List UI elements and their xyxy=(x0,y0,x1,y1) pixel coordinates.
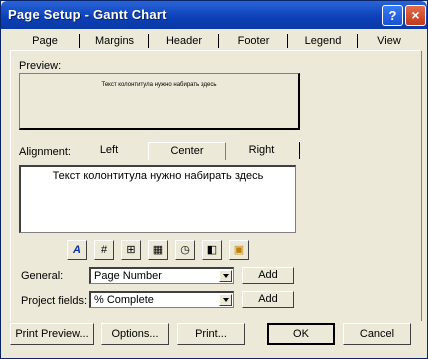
file-name-glyph: ◧ xyxy=(206,244,218,256)
print-preview-button[interactable]: Print Preview... xyxy=(10,323,94,345)
format-text-glyph: A xyxy=(73,244,81,256)
alignment-tab-right[interactable]: Right xyxy=(224,142,300,159)
insert-total-pages-icon[interactable]: ⊞ xyxy=(121,240,141,260)
preview-label: Preview: xyxy=(19,60,62,72)
header-text: Текст колонтитула нужно набирать здесь xyxy=(52,170,264,182)
tab-label: Legend xyxy=(304,35,342,47)
total-pages-glyph: ⊞ xyxy=(126,244,136,256)
alignment-tab-left[interactable]: Left xyxy=(70,142,149,159)
project-fields-label: Project fields: xyxy=(21,295,88,307)
date-glyph: ▦ xyxy=(152,244,164,256)
page-number-glyph: # xyxy=(100,244,108,256)
alignment-tab-label: Right xyxy=(248,144,275,156)
alignment-tab-center[interactable]: Center xyxy=(148,142,226,160)
chevron-down-icon[interactable] xyxy=(219,294,232,306)
chevron-down-icon[interactable] xyxy=(219,270,232,282)
general-label: General: xyxy=(21,270,64,282)
tab-label: Page xyxy=(32,35,58,47)
insert-file-name-icon[interactable]: ◧ xyxy=(202,240,222,260)
alignment-label: Alignment: xyxy=(19,146,71,158)
print-button[interactable]: Print... xyxy=(177,323,245,345)
page-setup-dialog: Page Setup - Gantt Chart ? × Page Margin… xyxy=(0,0,428,359)
tab-page[interactable]: Page xyxy=(10,31,80,51)
picture-glyph: ▣ xyxy=(233,244,245,256)
tab-label: Header xyxy=(165,35,203,47)
tab-legend[interactable]: Legend xyxy=(288,31,358,51)
close-button[interactable]: × xyxy=(405,5,426,26)
tab-footer[interactable]: Footer xyxy=(219,31,288,51)
tab-margins[interactable]: Margins xyxy=(80,31,149,51)
insert-date-icon[interactable]: ▦ xyxy=(148,240,168,260)
window-title: Page Setup - Gantt Chart xyxy=(8,7,167,22)
alignment-tabs: Left Center Right xyxy=(70,142,300,160)
tab-label: Margins xyxy=(94,35,135,47)
tab-header[interactable]: Header xyxy=(149,31,219,51)
general-add-button[interactable]: Add xyxy=(242,267,294,284)
options-button[interactable]: Options... xyxy=(101,323,169,345)
ok-button[interactable]: OK xyxy=(267,323,335,345)
insert-page-number-icon[interactable]: # xyxy=(94,240,114,260)
format-text-icon[interactable]: A xyxy=(67,240,87,260)
tab-label: Footer xyxy=(237,35,270,47)
alignment-tab-label: Left xyxy=(99,144,119,156)
tab-strip: Page Margins Header Footer Legend View xyxy=(10,31,420,51)
preview-box: Текст колонтитула нужно набирать здесь xyxy=(19,73,300,130)
tab-label: View xyxy=(377,35,401,47)
title-bar: Page Setup - Gantt Chart ? × xyxy=(1,1,427,29)
header-text-editor[interactable]: Текст колонтитула нужно набирать здесь xyxy=(19,165,296,233)
preview-text: Текст колонтитула нужно набирать здесь xyxy=(101,82,217,88)
project-fields-add-button[interactable]: Add xyxy=(242,291,294,308)
project-fields-select[interactable]: % Complete xyxy=(89,291,234,308)
project-fields-select-value: % Complete xyxy=(94,294,154,306)
alignment-tab-label: Center xyxy=(170,145,204,157)
general-select[interactable]: Page Number xyxy=(89,267,234,284)
tab-view[interactable]: View xyxy=(358,31,420,51)
general-select-value: Page Number xyxy=(94,270,162,282)
time-glyph: ◷ xyxy=(180,244,190,256)
help-button[interactable]: ? xyxy=(382,5,403,26)
cancel-button[interactable]: Cancel xyxy=(343,323,411,345)
insert-picture-icon[interactable]: ▣ xyxy=(229,240,249,260)
insert-time-icon[interactable]: ◷ xyxy=(175,240,195,260)
